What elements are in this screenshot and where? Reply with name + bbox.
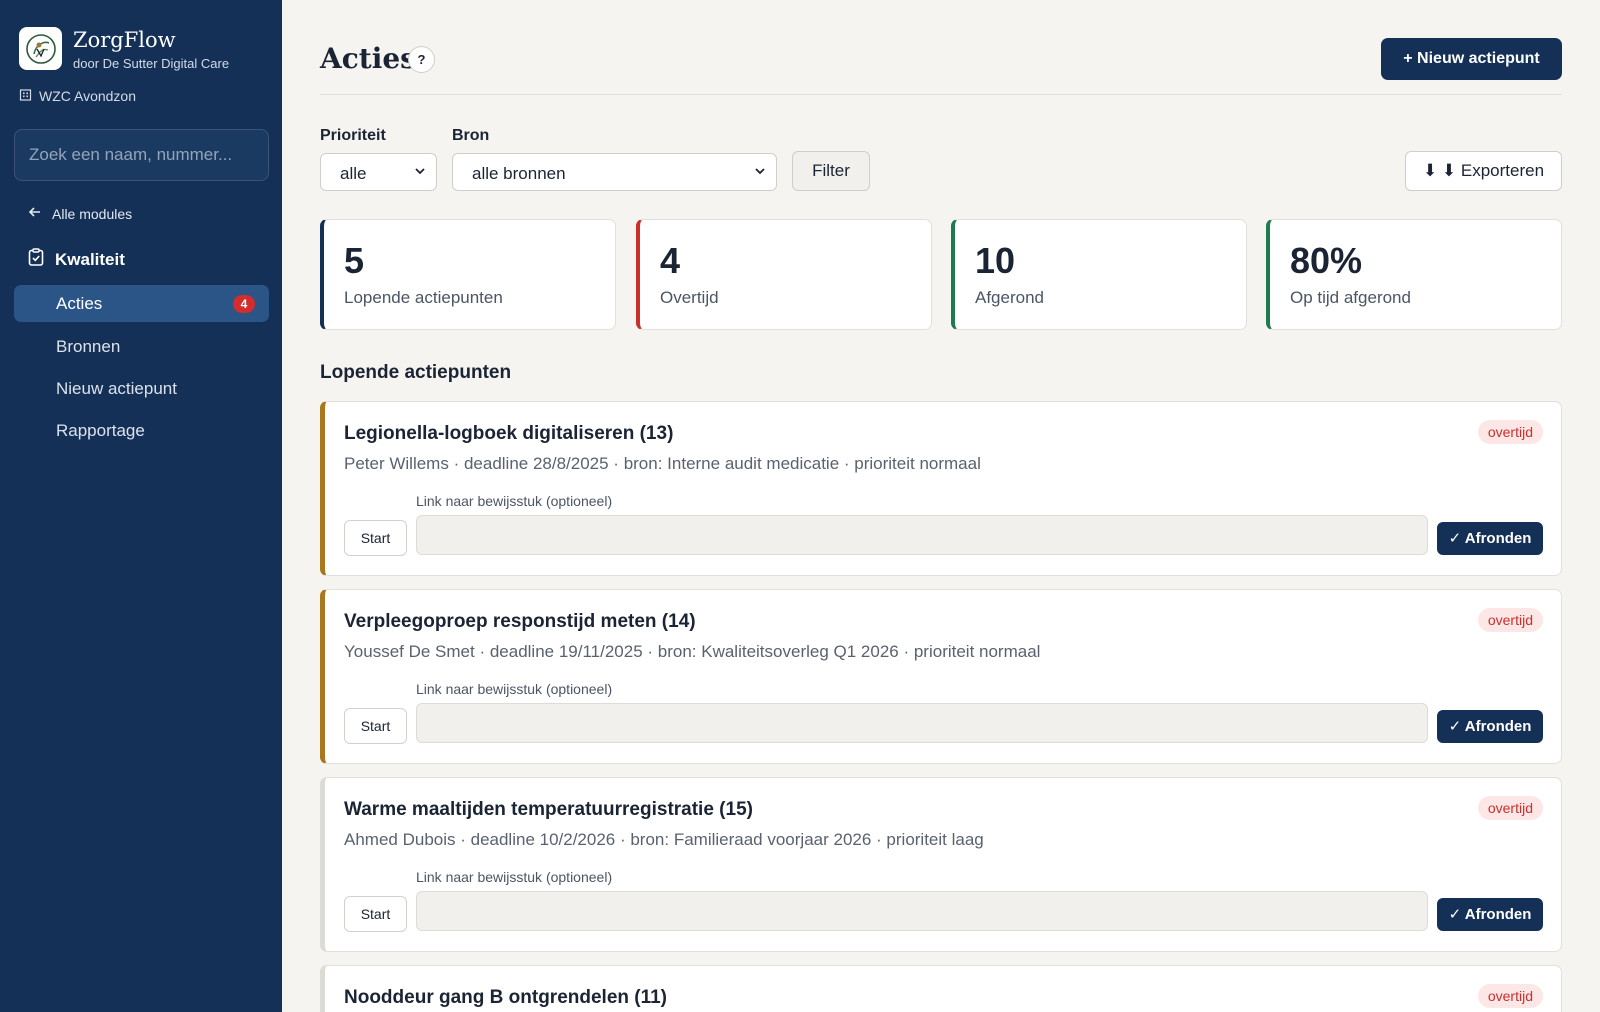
stat-value: 5 (344, 240, 365, 281)
stat-value: 4 (660, 240, 681, 281)
chevron-down-icon (754, 164, 766, 180)
sidebar-item-label: Bronnen (56, 337, 121, 356)
complete-button[interactable]: ✓ Afronden (1437, 522, 1543, 555)
source-label: Bron (452, 127, 490, 144)
stat-card-op-tijd: 80% Op tijd afgerond (1266, 219, 1562, 330)
action-meta: Ahmed Dubois · deadline 10/2/2026 · bron… (344, 830, 984, 849)
status-badge: overtijd (1477, 796, 1543, 820)
stat-value: 10 (975, 240, 1016, 281)
organization: WZC Avondzon (19, 88, 136, 104)
back-label: Alle modules (52, 205, 133, 222)
new-action-button[interactable]: + Nieuw actiepunt (1381, 38, 1562, 80)
action-title: Nooddeur gang B ontgrendelen (11) (344, 987, 668, 1008)
stat-card-lopende: 5 Lopende actiepunten (320, 219, 616, 330)
help-icon[interactable]: ? (408, 46, 435, 73)
action-card: Nooddeur gang B ontgrendelen (11) overti… (320, 965, 1562, 1012)
sidebar-item-bronnen[interactable]: Bronnen (14, 328, 269, 365)
brand[interactable]: ZorgFlow door De Sutter Digital Care (19, 27, 229, 71)
start-button[interactable]: Start (344, 520, 407, 556)
header-divider (320, 94, 1562, 95)
clipboard-check-icon (28, 248, 44, 271)
back-to-modules-link[interactable]: Alle modules (28, 205, 132, 222)
zorgflow-logo-icon (19, 27, 62, 70)
action-meta: Youssef De Smet · deadline 19/11/2025 · … (344, 642, 1041, 661)
source-select-value: alle bronnen (472, 164, 566, 183)
priority-label: Prioriteit (320, 127, 386, 144)
sidebar-item-rapportage[interactable]: Rapportage (14, 412, 269, 449)
stat-value: 80% (1290, 240, 1363, 281)
stat-card-afgerond: 10 Afgerond (951, 219, 1247, 330)
action-card: Verpleegoproep responstijd meten (14) Yo… (320, 589, 1562, 764)
action-title: Verpleegoproep responstijd meten (14) (344, 611, 696, 632)
action-title: Legionella-logboek digitaliseren (13) (344, 423, 674, 444)
search-input[interactable]: Zoek een naam, nummer... (14, 129, 269, 181)
filter-button[interactable]: Filter (792, 151, 870, 191)
stat-label: Op tijd afgerond (1290, 288, 1411, 307)
section-title: Lopende actiepunten (320, 362, 512, 383)
sidebar-item-label: Acties (56, 294, 103, 313)
stat-card-overtijd: 4 Overtijd (636, 219, 932, 330)
complete-button[interactable]: ✓ Afronden (1437, 710, 1543, 743)
stat-label: Afgerond (975, 288, 1044, 307)
acties-count-badge: 4 (233, 295, 255, 313)
status-badge: overtijd (1477, 984, 1543, 1008)
complete-button[interactable]: ✓ Afronden (1437, 898, 1543, 931)
start-button[interactable]: Start (344, 896, 407, 932)
action-card: Warme maaltijden temperatuurregistratie … (320, 777, 1562, 952)
priority-select-value: alle (340, 164, 367, 183)
building-icon (19, 88, 32, 104)
start-button[interactable]: Start (344, 708, 407, 744)
source-select[interactable]: alle bronnen (452, 153, 777, 191)
evidence-link-input[interactable] (416, 891, 1428, 931)
brand-name: ZorgFlow (73, 28, 176, 52)
module-kwaliteit[interactable]: Kwaliteit (28, 248, 125, 271)
status-badge: overtijd (1477, 420, 1543, 444)
action-card: Legionella-logboek digitaliseren (13) Pe… (320, 401, 1562, 576)
sidebar-item-label: Nieuw actiepunt (56, 379, 177, 398)
sidebar-item-nieuw-actiepunt[interactable]: Nieuw actiepunt (14, 370, 269, 407)
brand-subtitle: door De Sutter Digital Care (73, 56, 230, 71)
stat-label: Lopende actiepunten (344, 288, 503, 307)
chevron-down-icon (414, 164, 426, 180)
export-button[interactable]: ⬇ ⬇ Exporteren (1405, 151, 1562, 191)
status-badge: overtijd (1477, 608, 1543, 632)
action-title: Warme maaltijden temperatuurregistratie … (344, 799, 753, 820)
evidence-link-input[interactable] (416, 515, 1428, 555)
page-title: Acties (320, 42, 416, 75)
stat-label: Overtijd (660, 288, 719, 307)
sidebar-item-label: Rapportage (56, 421, 145, 440)
action-meta: Peter Willems · deadline 28/8/2025 · bro… (344, 454, 981, 473)
evidence-link-label: Link naar bewijsstuk (optioneel) (416, 869, 613, 885)
evidence-link-input[interactable] (416, 703, 1428, 743)
priority-select[interactable]: alle (320, 153, 437, 191)
evidence-link-label: Link naar bewijsstuk (optioneel) (416, 681, 613, 697)
sidebar-item-acties[interactable]: Acties 4 (14, 285, 269, 322)
sidebar: ZorgFlow door De Sutter Digital Care WZC… (0, 0, 282, 1012)
organization-name: WZC Avondzon (39, 88, 137, 104)
arrow-left-icon (28, 205, 42, 222)
evidence-link-label: Link naar bewijsstuk (optioneel) (416, 493, 613, 509)
module-label: Kwaliteit (55, 249, 125, 269)
